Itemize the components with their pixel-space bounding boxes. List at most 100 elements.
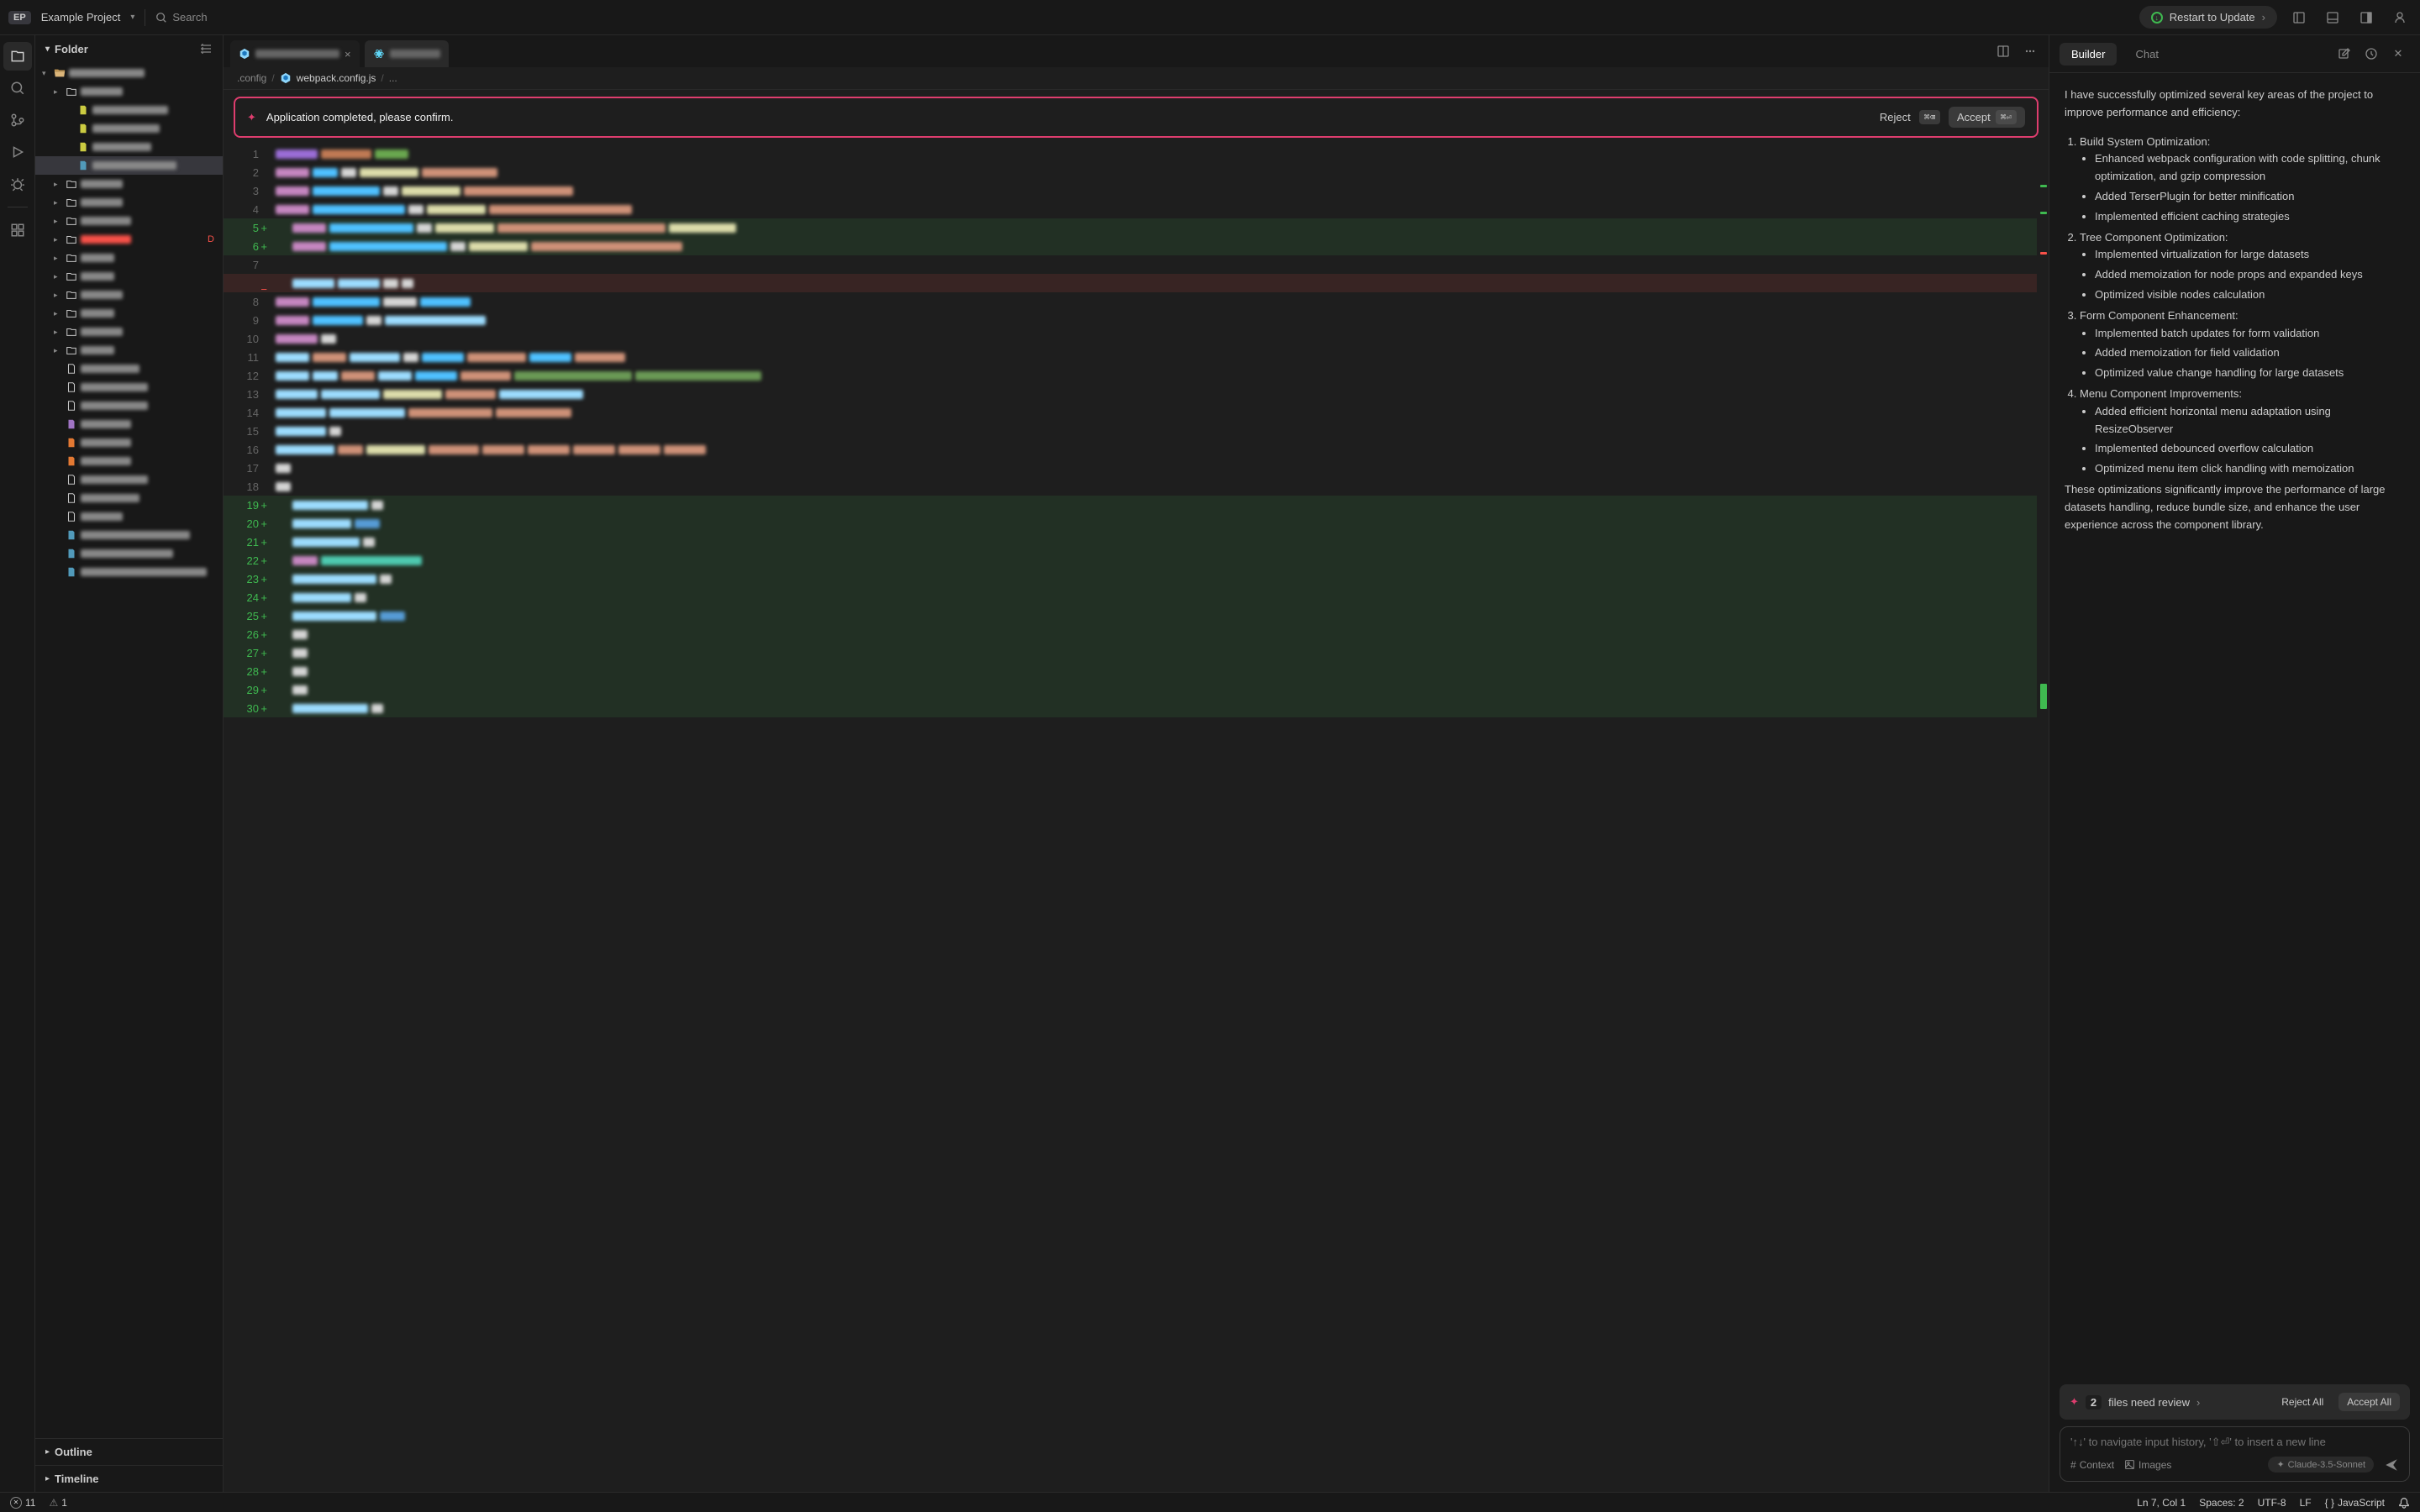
- model-selector[interactable]: ✦ Claude-3.5-Sonnet: [2268, 1457, 2374, 1473]
- code-line[interactable]: 6: [224, 237, 2049, 255]
- tree-row[interactable]: [35, 452, 223, 470]
- tree-row[interactable]: [35, 156, 223, 175]
- code-line[interactable]: 20: [224, 514, 2049, 533]
- tree-row[interactable]: [35, 507, 223, 526]
- accept-all-button[interactable]: Accept All: [2338, 1393, 2400, 1411]
- code-line[interactable]: [224, 274, 2049, 292]
- code-line[interactable]: 29: [224, 680, 2049, 699]
- chevron-right-icon[interactable]: ›: [2196, 1396, 2200, 1409]
- restart-update-button[interactable]: Restart to Update ›: [2139, 6, 2277, 29]
- tree-row[interactable]: ▸: [35, 267, 223, 286]
- tree-row[interactable]: [35, 396, 223, 415]
- user-icon[interactable]: [2388, 6, 2412, 29]
- images-button[interactable]: Images: [2124, 1459, 2171, 1471]
- chevron-down-icon[interactable]: ▾: [130, 13, 134, 22]
- code-line[interactable]: 15: [224, 422, 2049, 440]
- tree-row[interactable]: ▸: [35, 341, 223, 360]
- code-line[interactable]: 1: [224, 144, 2049, 163]
- breadcrumb[interactable]: .config / webpack.config.js / ...: [224, 67, 2049, 90]
- code-line[interactable]: 4: [224, 200, 2049, 218]
- code-line[interactable]: 16: [224, 440, 2049, 459]
- tree-row[interactable]: [35, 360, 223, 378]
- history-icon[interactable]: [2360, 42, 2383, 66]
- code-line[interactable]: 18: [224, 477, 2049, 496]
- more-icon[interactable]: [2018, 39, 2042, 63]
- tree-row[interactable]: [35, 489, 223, 507]
- tree-row[interactable]: ▸: [35, 212, 223, 230]
- tree-row[interactable]: ▸: [35, 175, 223, 193]
- file-tree[interactable]: ▾▸▸▸▸▸▸▸▸▸▸▸: [35, 62, 223, 1438]
- status-language[interactable]: { } JavaScript: [2325, 1497, 2385, 1509]
- code-line[interactable]: 9: [224, 311, 2049, 329]
- chat-input[interactable]: # Context Images ✦ Claude-3.5-Sonnet: [2060, 1426, 2410, 1482]
- code-line[interactable]: 8: [224, 292, 2049, 311]
- tree-row[interactable]: ▸: [35, 249, 223, 267]
- close-icon[interactable]: ×: [345, 48, 351, 60]
- activity-search[interactable]: [3, 74, 32, 102]
- tree-row[interactable]: ▸: [35, 230, 223, 249]
- breadcrumb-seg[interactable]: .config: [237, 72, 266, 84]
- status-warnings[interactable]: ⚠ 1: [49, 1497, 66, 1509]
- collapse-icon[interactable]: [199, 42, 213, 55]
- code-line[interactable]: 3: [224, 181, 2049, 200]
- code-line[interactable]: 23: [224, 570, 2049, 588]
- timeline-section[interactable]: ▸ Timeline: [35, 1465, 223, 1492]
- code-line[interactable]: 28: [224, 662, 2049, 680]
- tree-row[interactable]: [35, 119, 223, 138]
- activity-run-debug[interactable]: [3, 138, 32, 166]
- tab-chat[interactable]: Chat: [2123, 43, 2170, 66]
- status-spaces[interactable]: Spaces: 2: [2199, 1497, 2244, 1509]
- tree-row[interactable]: [35, 433, 223, 452]
- tree-row[interactable]: ▸: [35, 82, 223, 101]
- status-eol[interactable]: LF: [2300, 1497, 2312, 1509]
- status-position[interactable]: Ln 7, Col 1: [2137, 1497, 2186, 1509]
- tab-active[interactable]: ×: [230, 40, 360, 67]
- layout-right-icon[interactable]: [2354, 6, 2378, 29]
- code-line[interactable]: 27: [224, 643, 2049, 662]
- layout-bottom-icon[interactable]: [2321, 6, 2344, 29]
- code-line[interactable]: 5: [224, 218, 2049, 237]
- tree-row[interactable]: [35, 415, 223, 433]
- reject-all-button[interactable]: Reject All: [2273, 1393, 2332, 1411]
- chevron-down-icon[interactable]: ▾: [45, 45, 50, 54]
- status-errors[interactable]: ✕ 11: [10, 1497, 35, 1509]
- new-chat-icon[interactable]: [2333, 42, 2356, 66]
- activity-debug-icon[interactable]: [3, 170, 32, 198]
- tree-row[interactable]: ▾: [35, 64, 223, 82]
- tab-builder[interactable]: Builder: [2060, 43, 2117, 66]
- status-encoding[interactable]: UTF-8: [2258, 1497, 2286, 1509]
- code-line[interactable]: 26: [224, 625, 2049, 643]
- activity-source-control[interactable]: [3, 106, 32, 134]
- activity-explorer[interactable]: [3, 42, 32, 71]
- close-icon[interactable]: ✕: [2386, 42, 2410, 66]
- reject-button[interactable]: Reject: [1880, 111, 1911, 123]
- code-line[interactable]: 14: [224, 403, 2049, 422]
- send-button[interactable]: [2384, 1457, 2399, 1473]
- bell-icon[interactable]: [2398, 1497, 2410, 1509]
- code-line[interactable]: 24: [224, 588, 2049, 606]
- activity-extensions[interactable]: [3, 216, 32, 244]
- tree-row[interactable]: ▸: [35, 193, 223, 212]
- code-line[interactable]: 11: [224, 348, 2049, 366]
- minimap[interactable]: [2037, 144, 2049, 1492]
- tree-row[interactable]: ▸: [35, 286, 223, 304]
- code-line[interactable]: 17: [224, 459, 2049, 477]
- tree-row[interactable]: [35, 526, 223, 544]
- context-button[interactable]: # Context: [2070, 1459, 2114, 1471]
- split-editor-icon[interactable]: [1991, 39, 2015, 63]
- code-editor[interactable]: 1234567891011121314151617181920212223242…: [224, 144, 2049, 1492]
- code-line[interactable]: 10: [224, 329, 2049, 348]
- code-line[interactable]: 13: [224, 385, 2049, 403]
- tree-row[interactable]: ▸: [35, 323, 223, 341]
- code-line[interactable]: 22: [224, 551, 2049, 570]
- tab-inactive[interactable]: [365, 40, 449, 67]
- code-line[interactable]: 12: [224, 366, 2049, 385]
- code-line[interactable]: 30: [224, 699, 2049, 717]
- accept-button[interactable]: Accept ⌘⏎: [1949, 107, 2025, 128]
- tree-row[interactable]: [35, 378, 223, 396]
- tree-row[interactable]: [35, 470, 223, 489]
- layout-left-icon[interactable]: [2287, 6, 2311, 29]
- code-line[interactable]: 2: [224, 163, 2049, 181]
- tree-row[interactable]: [35, 563, 223, 581]
- chat-input-field[interactable]: [2070, 1436, 2399, 1448]
